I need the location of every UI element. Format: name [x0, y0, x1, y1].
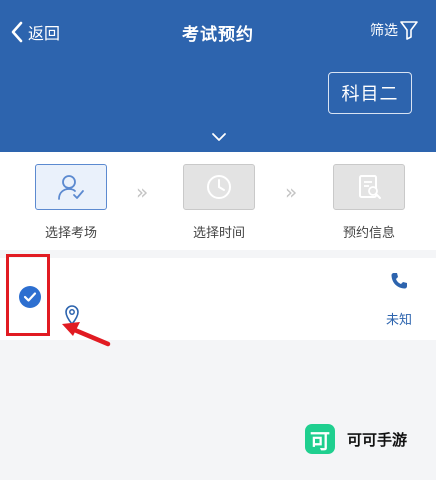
watermark-text: 可可手游: [347, 430, 408, 449]
step-box: [333, 164, 405, 210]
step-select-site[interactable]: 选择考场: [31, 164, 111, 241]
annotation-highlight: [6, 254, 50, 336]
phone-icon[interactable]: [390, 272, 408, 290]
step-box: [183, 164, 255, 210]
site-status-label: 未知: [386, 313, 413, 328]
watermark-logo: 可: [305, 424, 335, 454]
step-arrow-icon: »: [285, 180, 298, 204]
clock-icon: [207, 175, 231, 199]
annotation-arrow-icon: [62, 322, 111, 347]
step-label: 选择考场: [44, 226, 97, 241]
app-header: 返回 考试预约 筛选 科目二: [0, 0, 436, 152]
step-booking-info[interactable]: 预约信息: [329, 164, 409, 241]
watermark: 可 可可手游: [305, 424, 407, 454]
chevron-down-icon[interactable]: [211, 132, 227, 142]
step-label: 选择时间: [192, 226, 245, 241]
step-label: 预约信息: [342, 226, 395, 241]
step-arrow-icon: »: [136, 180, 149, 204]
subject-button[interactable]: 科目二: [328, 72, 412, 114]
filter-icon: [400, 21, 418, 40]
step-indicator: 选择考场 » 选择时间 » 预约信息: [0, 152, 436, 250]
document-search-icon: [359, 175, 381, 199]
step-select-time[interactable]: 选择时间: [179, 164, 259, 241]
filter-label: 筛选: [370, 23, 398, 39]
user-check-icon: [58, 175, 84, 200]
step-box: [35, 164, 107, 210]
filter-button[interactable]: 筛选: [370, 20, 418, 40]
